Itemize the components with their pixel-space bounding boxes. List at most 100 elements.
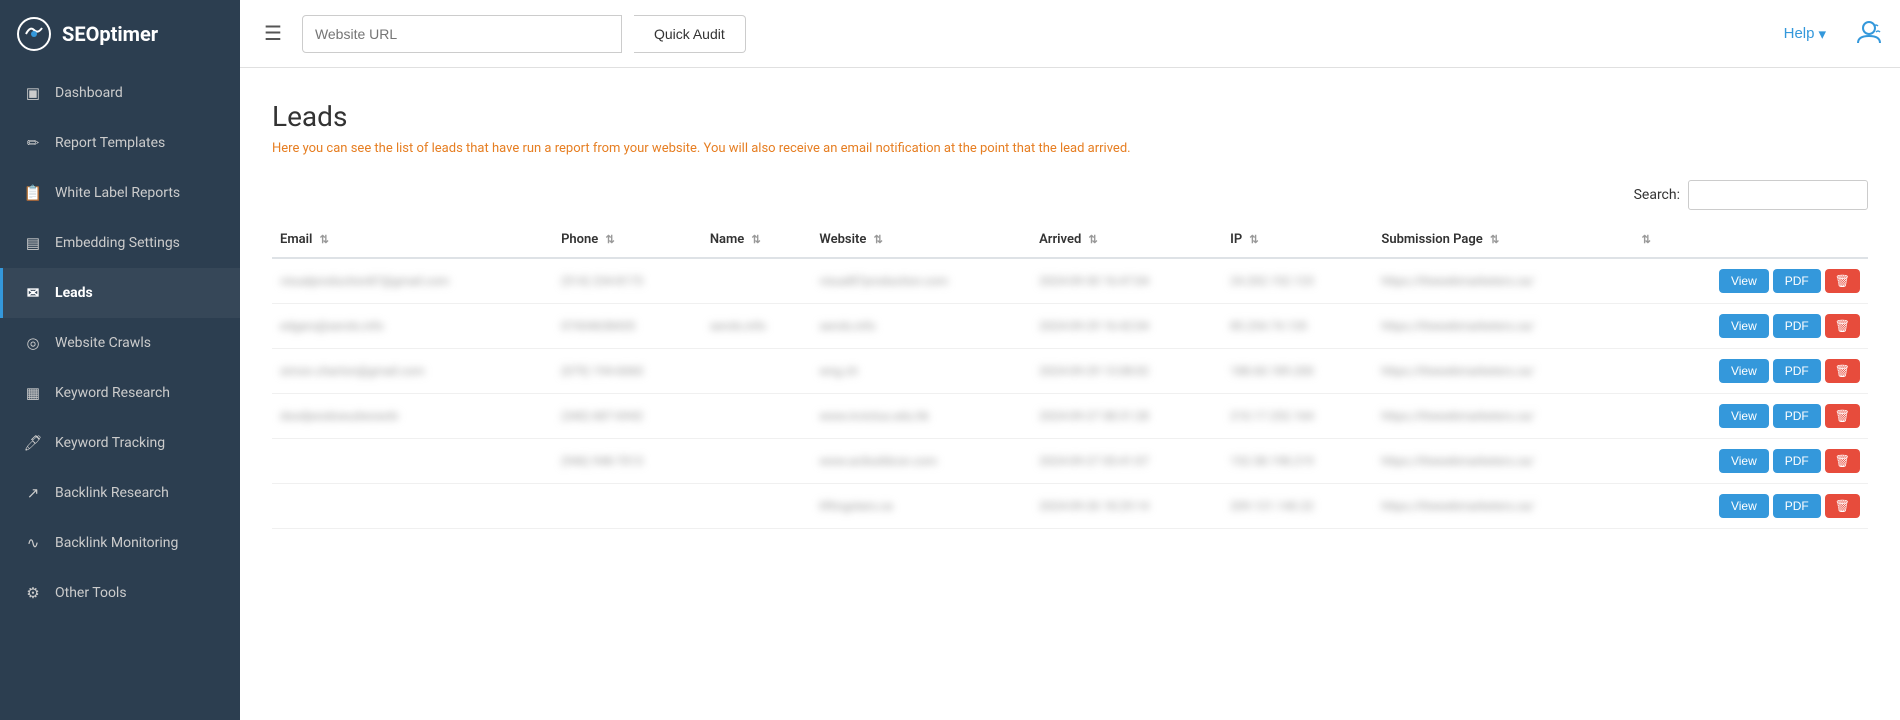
- table-row: edgars@serols.info07434638435serols.info…: [272, 304, 1868, 349]
- view-button-5[interactable]: View: [1719, 494, 1769, 518]
- leads-table: Email ⇅Phone ⇅Name ⇅Website ⇅Arrived ⇅IP…: [272, 222, 1868, 529]
- cell-actions-1: View PDF 🗑: [1630, 304, 1868, 349]
- sort-icon-submission_page: ⇅: [1490, 233, 1499, 246]
- cell-email-4: [272, 439, 553, 484]
- cell-name-2: [702, 349, 812, 394]
- page-title: Leads: [272, 100, 1868, 133]
- pdf-button-2[interactable]: PDF: [1773, 359, 1821, 383]
- cell-email-5: [272, 484, 553, 529]
- hamburger-button[interactable]: ☰: [256, 13, 290, 54]
- cell-ip-0: 24.202.152.123: [1222, 258, 1373, 304]
- quick-audit-button[interactable]: Quick Audit: [634, 15, 746, 53]
- cell-submission_page-2: https://thewebmarketers.ca/: [1373, 349, 1629, 394]
- sidebar-item-website-crawls[interactable]: ◎ Website Crawls: [0, 318, 240, 368]
- col-header-ip[interactable]: IP ⇅: [1222, 222, 1373, 258]
- delete-button-3[interactable]: 🗑: [1825, 404, 1860, 428]
- embedding-settings-icon: ▤: [23, 234, 43, 252]
- cell-phone-3: (340) 687-6942: [553, 394, 702, 439]
- sidebar-item-backlink-research[interactable]: ↗ Backlink Research: [0, 468, 240, 518]
- keyword-tracking-icon: 🖊: [23, 434, 43, 452]
- cell-arrived-2: 2024-09-29 13:08:02: [1031, 349, 1222, 394]
- view-button-0[interactable]: View: [1719, 269, 1769, 293]
- sidebar-item-label: Embedding Settings: [55, 235, 180, 251]
- delete-button-0[interactable]: 🗑: [1825, 269, 1860, 293]
- col-header-website[interactable]: Website ⇅: [811, 222, 1031, 258]
- col-header-actions: ⇅: [1630, 222, 1868, 258]
- cell-submission_page-4: https://thewebmarketers.ca/: [1373, 439, 1629, 484]
- website-crawls-icon: ◎: [23, 334, 43, 352]
- other-tools-icon: ⚙: [23, 584, 43, 602]
- col-header-phone[interactable]: Phone ⇅: [553, 222, 702, 258]
- cell-phone-0: (514) 234-8173: [553, 258, 702, 304]
- help-button[interactable]: Help ▾: [1784, 25, 1826, 43]
- cell-ip-4: 152.58.198.219: [1222, 439, 1373, 484]
- search-input[interactable]: [1688, 180, 1868, 210]
- sidebar-item-label: Keyword Research: [55, 385, 170, 401]
- sidebar-item-backlink-monitoring[interactable]: ∿ Backlink Monitoring: [0, 518, 240, 568]
- sidebar-item-other-tools[interactable]: ⚙ Other Tools: [0, 568, 240, 618]
- cell-email-3: dsodjwodowudwowdv: [272, 394, 553, 439]
- sidebar-item-label: Leads: [55, 285, 93, 301]
- sort-icon-ip: ⇅: [1249, 233, 1258, 246]
- table-header: Email ⇅Phone ⇅Name ⇅Website ⇅Arrived ⇅IP…: [272, 222, 1868, 258]
- cell-actions-5: View PDF 🗑: [1630, 484, 1868, 529]
- sort-icon-phone: ⇅: [606, 233, 615, 246]
- delete-button-2[interactable]: 🗑: [1825, 359, 1860, 383]
- cell-website-2: wng.ch: [811, 349, 1031, 394]
- col-header-submission_page[interactable]: Submission Page ⇅: [1373, 222, 1629, 258]
- pdf-button-5[interactable]: PDF: [1773, 494, 1821, 518]
- view-button-3[interactable]: View: [1719, 404, 1769, 428]
- cell-phone-1: 07434638435: [553, 304, 702, 349]
- cell-name-0: [702, 258, 812, 304]
- table-toolbar: Search:: [272, 180, 1868, 210]
- logo-text: SEOptimer: [62, 22, 158, 46]
- sidebar-item-keyword-research[interactable]: ▦ Keyword Research: [0, 368, 240, 418]
- delete-button-4[interactable]: 🗑: [1825, 449, 1860, 473]
- pdf-button-1[interactable]: PDF: [1773, 314, 1821, 338]
- sidebar-item-white-label-reports[interactable]: 📋 White Label Reports: [0, 168, 240, 218]
- delete-button-5[interactable]: 🗑: [1825, 494, 1860, 518]
- url-input[interactable]: [302, 15, 622, 53]
- cell-actions-2: View PDF 🗑: [1630, 349, 1868, 394]
- col-header-arrived[interactable]: Arrived ⇅: [1031, 222, 1222, 258]
- cell-arrived-1: 2024-09-29 16:42:04: [1031, 304, 1222, 349]
- cell-website-4: www.acibuildcon.com: [811, 439, 1031, 484]
- col-header-name[interactable]: Name ⇅: [702, 222, 812, 258]
- sort-icon-website: ⇅: [874, 233, 883, 246]
- view-button-1[interactable]: View: [1719, 314, 1769, 338]
- view-button-2[interactable]: View: [1719, 359, 1769, 383]
- table-row: simon.charton@gmail.com(079) 194-6060wng…: [272, 349, 1868, 394]
- report-templates-icon: ✏: [23, 134, 43, 152]
- user-icon-button[interactable]: [1854, 18, 1884, 50]
- sidebar-item-embedding-settings[interactable]: ▤ Embedding Settings: [0, 218, 240, 268]
- cell-email-1: edgars@serols.info: [272, 304, 553, 349]
- sidebar-item-report-templates[interactable]: ✏ Report Templates: [0, 118, 240, 168]
- sidebar-item-label: Backlink Research: [55, 485, 169, 501]
- col-header-email[interactable]: Email ⇅: [272, 222, 553, 258]
- table-row: dsodjwodowudwowdv(340) 687-6942 www.invic…: [272, 394, 1868, 439]
- pdf-button-4[interactable]: PDF: [1773, 449, 1821, 473]
- pdf-button-3[interactable]: PDF: [1773, 404, 1821, 428]
- white-label-reports-icon: 📋: [23, 184, 43, 202]
- sidebar-item-label: Report Templates: [55, 135, 165, 151]
- table-body: visualproduction87@gmail.com(514) 234-81…: [272, 258, 1868, 529]
- cell-ip-3: 210.17.252.164: [1222, 394, 1373, 439]
- dashboard-icon: ▣: [23, 84, 43, 102]
- search-label: Search:: [1634, 187, 1680, 203]
- sidebar-item-dashboard[interactable]: ▣ Dashboard: [0, 68, 240, 118]
- pdf-button-0[interactable]: PDF: [1773, 269, 1821, 293]
- view-button-4[interactable]: View: [1719, 449, 1769, 473]
- header: ☰ Quick Audit Help ▾: [240, 0, 1900, 68]
- delete-button-1[interactable]: 🗑: [1825, 314, 1860, 338]
- sidebar: ▣ Dashboard ✏ Report Templates 📋 White L…: [0, 68, 240, 720]
- sidebar-item-leads[interactable]: ✉ Leads: [0, 268, 240, 318]
- cell-phone-2: (079) 194-6060: [553, 349, 702, 394]
- main-content: Leads Here you can see the list of leads…: [240, 68, 1900, 720]
- cell-phone-5: [553, 484, 702, 529]
- sidebar-item-label: White Label Reports: [55, 185, 180, 201]
- cell-website-3: www.invictus.edu.hk: [811, 394, 1031, 439]
- cell-phone-4: (946) 948-7013: [553, 439, 702, 484]
- table-row: liftingstars.ca2024-09-26 18:29:14209.12…: [272, 484, 1868, 529]
- sidebar-item-keyword-tracking[interactable]: 🖊 Keyword Tracking: [0, 418, 240, 468]
- cell-ip-5: 209.121.140.22: [1222, 484, 1373, 529]
